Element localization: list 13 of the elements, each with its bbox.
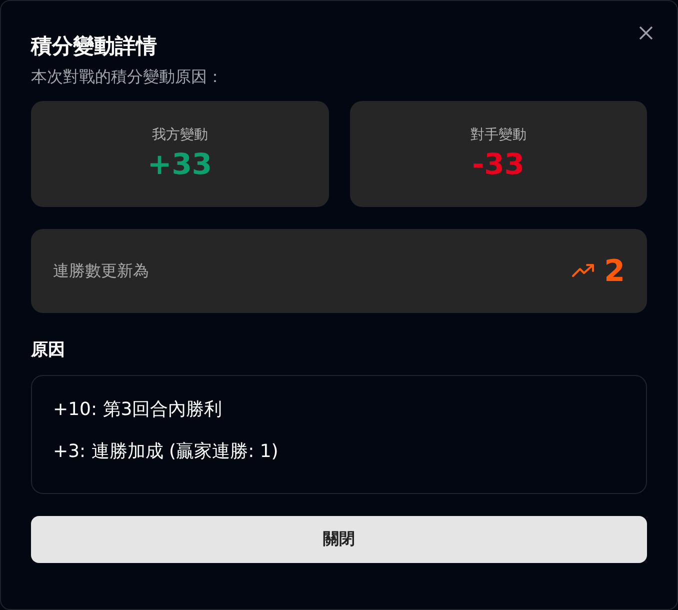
reason-text: +3: 連勝加成 (贏家連勝: 1) bbox=[53, 440, 280, 464]
score-label: 我方變動 bbox=[152, 126, 208, 144]
streak-label: 連勝數更新為 bbox=[53, 260, 150, 282]
streak-value: 2 bbox=[604, 254, 625, 288]
dialog-title: 積分變動詳情 bbox=[31, 33, 158, 60]
score-value: +33 bbox=[147, 146, 212, 182]
score-value: -33 bbox=[472, 146, 524, 182]
section-heading: 原因 bbox=[31, 339, 66, 362]
dialog-subtitle: 本次對戰的積分變動原因： bbox=[31, 66, 224, 88]
close-button[interactable]: 關閉 bbox=[31, 516, 647, 563]
score-label: 對手變動 bbox=[470, 126, 526, 144]
reason-text: +10: 第3回合內勝利 bbox=[53, 398, 224, 422]
close-icon[interactable] bbox=[639, 26, 653, 40]
